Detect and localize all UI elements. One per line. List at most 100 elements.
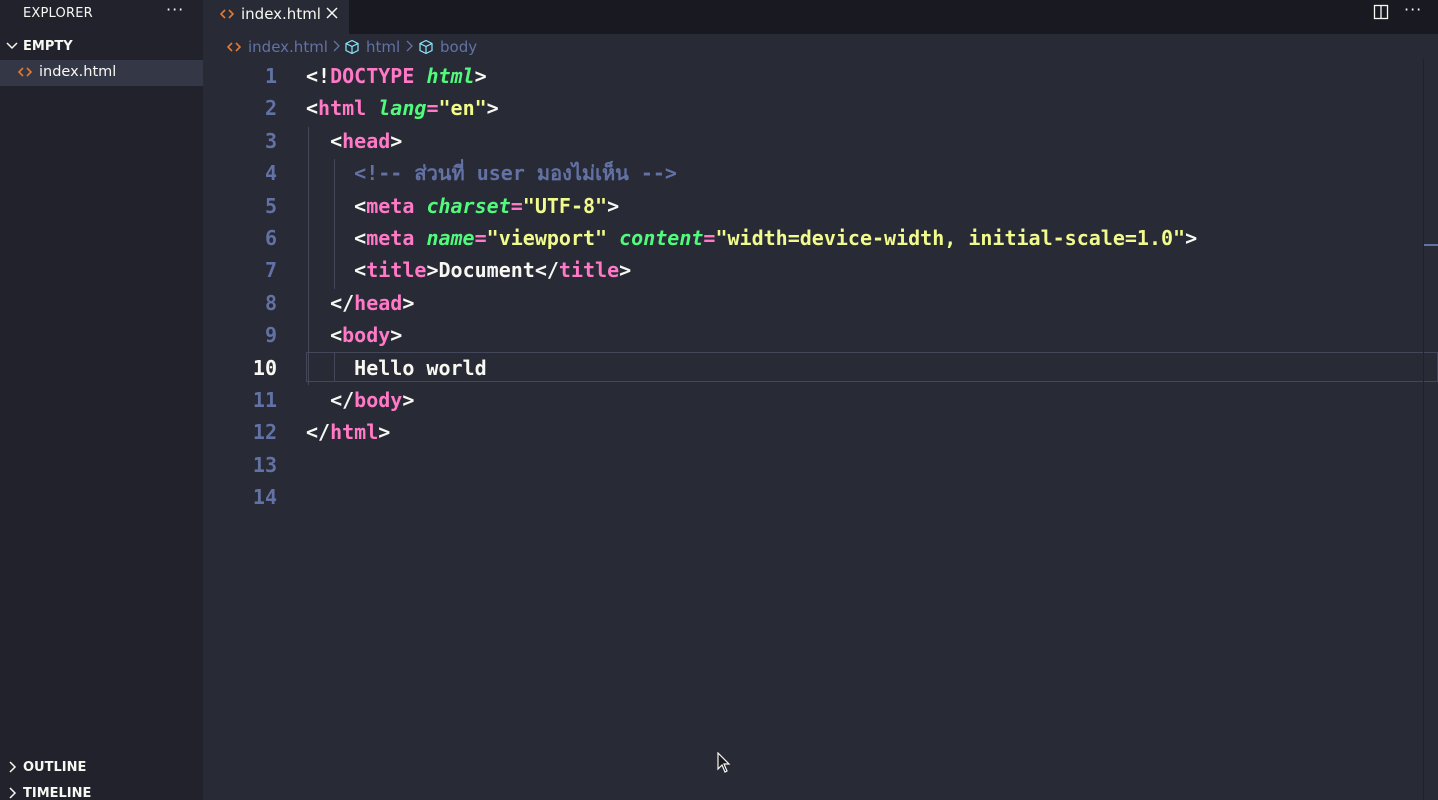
code-line[interactable]: <!-- ส่วนที่ user มองไม่เห็น -->: [306, 157, 677, 189]
code-token-tag: DOCTYPE: [330, 64, 415, 88]
code-token-tag: =: [474, 226, 487, 250]
code-token-punc: >: [390, 323, 403, 348]
code-line[interactable]: Hello world: [306, 352, 487, 384]
code-token-tag: html: [318, 96, 367, 121]
code-line[interactable]: </head>: [306, 287, 414, 319]
line-number-gutter: 1 2 3 4 5 6 7 8 9 10 11 12 13 14: [203, 58, 289, 800]
folder-section-empty[interactable]: EMPTY: [0, 35, 203, 59]
code-token-str: "width=device-width, initial-scale=1.0": [715, 226, 1186, 250]
code-token-punc: >: [607, 193, 620, 218]
code-token-punc: >: [402, 388, 415, 412]
code-token-punc: <!: [306, 64, 331, 88]
code-token-tag: title: [366, 258, 427, 283]
code-token-attr: lang: [378, 96, 427, 121]
symbol-element-icon: [345, 39, 359, 55]
code-token-tag: title: [558, 258, 620, 283]
ellipsis-icon[interactable]: ···: [166, 0, 184, 19]
code-token-punc: </: [306, 388, 355, 412]
code-line[interactable]: </html>: [306, 416, 390, 448]
line-number: 11: [252, 388, 277, 412]
file-item-index-html[interactable]: index.html: [0, 60, 203, 86]
code-token-tag: meta: [366, 226, 415, 250]
code-token-punc: >: [619, 258, 632, 283]
breadcrumb-file[interactable]: index.html: [248, 38, 328, 56]
code-token-str: "UTF-8": [522, 193, 608, 218]
code-token-tag: html: [330, 420, 379, 445]
code-token-text: Hello world: [306, 355, 487, 380]
code-token-tag: =: [703, 226, 716, 250]
vscode-window: EXPLORER ··· EMPTY index.html OUTLINE TI…: [0, 0, 1438, 800]
split-editor-icon[interactable]: [1373, 4, 1389, 20]
code-token-punc: >: [486, 96, 499, 121]
code-token-tag: head: [354, 290, 403, 315]
code-token-punc: </: [306, 290, 355, 315]
code-token-punc: >: [1185, 226, 1198, 250]
code-token-punc: [414, 64, 426, 88]
line-number: 14: [252, 485, 277, 510]
symbol-element-icon: [419, 39, 433, 55]
tab-label: index.html: [241, 5, 321, 23]
chevron-right-icon: [333, 40, 340, 52]
code-line[interactable]: <meta name="viewport" content="width=dev…: [306, 222, 1197, 254]
code-line[interactable]: <title>Document</title>: [306, 254, 631, 286]
line-number: 6: [264, 226, 277, 250]
file-item-label: index.html: [39, 64, 117, 80]
line-number: 13: [252, 452, 277, 477]
code-token-punc: </: [534, 258, 559, 283]
chevron-down-icon: [6, 42, 18, 50]
code-line[interactable]: <meta charset="UTF-8">: [306, 190, 619, 222]
code-token-punc: >: [402, 290, 415, 315]
code-token-tag: =: [426, 96, 439, 121]
code-token-punc: <: [306, 128, 343, 153]
code-line[interactable]: <!DOCTYPE html>: [306, 60, 487, 92]
code-line[interactable]: <html lang="en">: [306, 92, 499, 124]
editor-tab-bar: index.html ···: [203, 0, 1438, 34]
code-token-attr: name: [426, 226, 475, 250]
code-token-tag: body: [342, 323, 391, 348]
chevron-right-icon: [9, 761, 17, 773]
code-token-punc: <: [306, 226, 367, 250]
code-token-punc: <: [306, 323, 343, 348]
line-number: 10: [252, 355, 277, 380]
code-token-punc: [414, 226, 426, 250]
code-token-str: "en": [438, 96, 487, 121]
line-number: 5: [264, 193, 277, 218]
code-editor[interactable]: 1 2 3 4 5 6 7 8 9 10 11 12 13 14 <!DOCTYPE html> <html…: [203, 58, 1438, 800]
code-token-punc: >: [426, 258, 439, 283]
breadcrumb-item-html[interactable]: html: [366, 38, 400, 56]
tab-index-html[interactable]: index.html: [203, 0, 349, 34]
code-token-punc: >: [390, 128, 403, 153]
code-token-punc: [414, 194, 426, 218]
explorer-header: EXPLORER ···: [0, 0, 203, 28]
outline-section[interactable]: OUTLINE: [0, 756, 203, 780]
code-token-str: "viewport": [486, 226, 608, 250]
vertical-scrollbar[interactable]: [1423, 58, 1424, 800]
line-number: 2: [264, 96, 277, 121]
code-token-text: Document: [438, 258, 535, 283]
html-file-icon: [220, 9, 234, 19]
timeline-section-label: TIMELINE: [23, 786, 92, 800]
code-token-tag: =: [510, 193, 523, 218]
code-line[interactable]: </body>: [306, 384, 414, 416]
code-token-punc: <: [306, 258, 367, 283]
timeline-section[interactable]: TIMELINE: [0, 782, 203, 800]
chevron-right-icon: [9, 787, 17, 799]
code-line[interactable]: <body>: [306, 319, 402, 351]
line-number: 3: [264, 128, 277, 153]
html-file-icon: [227, 42, 241, 52]
ellipsis-icon[interactable]: ···: [1404, 0, 1422, 19]
line-number: 1: [264, 64, 277, 88]
line-number: 8: [264, 290, 277, 315]
breadcrumb: index.html html body: [203, 34, 1438, 58]
code-token-punc: >: [474, 64, 487, 88]
close-icon[interactable]: [325, 6, 339, 20]
mouse-pointer-icon: [717, 752, 731, 773]
scrollbar-cursor-marker: [1424, 244, 1438, 246]
chevron-right-icon: [406, 40, 413, 52]
breadcrumb-item-body[interactable]: body: [440, 38, 477, 56]
outline-section-label: OUTLINE: [23, 760, 87, 775]
code-token-attr: charset: [426, 193, 511, 218]
explorer-sidebar: EXPLORER ··· EMPTY index.html OUTLINE TI…: [0, 0, 203, 800]
code-line[interactable]: <head>: [306, 125, 402, 157]
code-token-tag: meta: [366, 193, 415, 218]
